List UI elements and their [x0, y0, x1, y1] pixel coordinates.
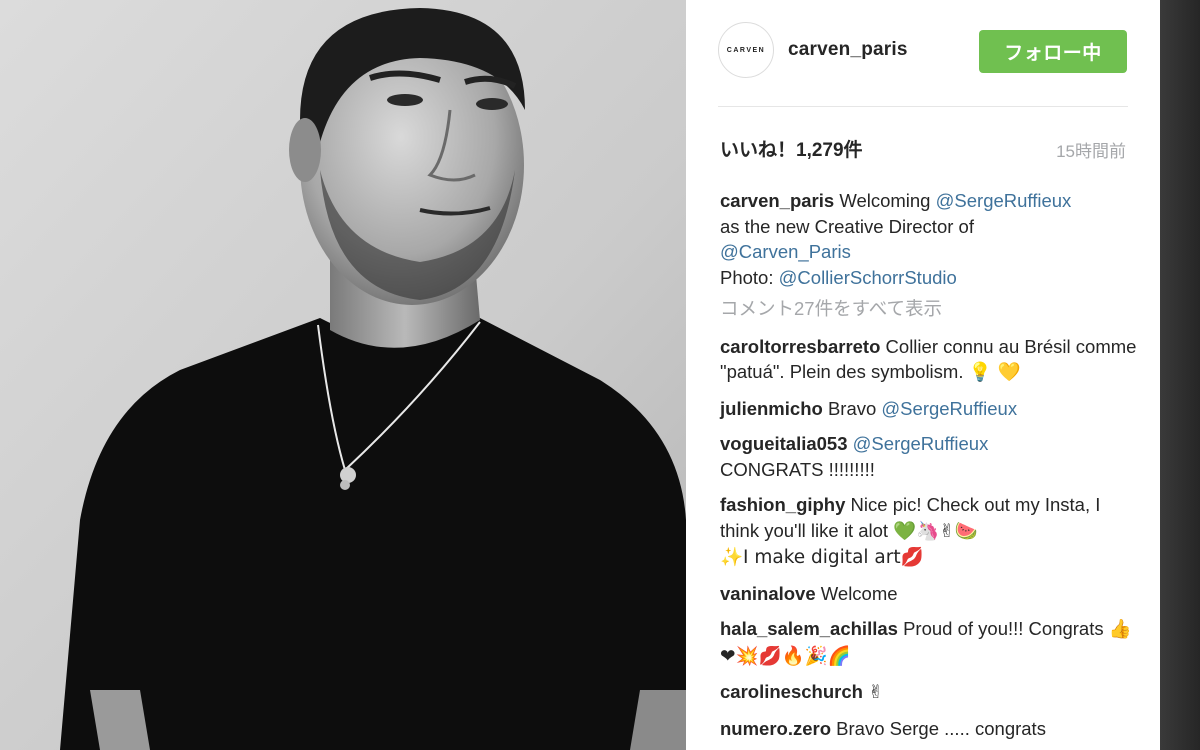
comment-text: Bravo	[827, 397, 877, 419]
post-header: CARVEN carven_paris フォロー中	[718, 22, 1128, 82]
comment-emoji: 💡 💛	[968, 362, 1021, 383]
caption-text: Photo:	[720, 266, 774, 288]
comment-text: Welcome	[820, 582, 898, 604]
comment-item: fashion_giphy Nice pic! Check out my Ins…	[720, 492, 1140, 571]
caption-username[interactable]: carven_paris	[720, 190, 834, 211]
comment-username[interactable]: carolineschurch	[720, 681, 863, 702]
portrait-image	[0, 0, 686, 750]
header-divider	[718, 106, 1128, 107]
comment-text: ✨I make digital art💋	[720, 547, 924, 568]
comment-item: julienmicho Bravo @SergeRuffieux	[720, 396, 1140, 422]
comment-item: caroltorresbarreto Collier connu au Brés…	[720, 334, 1140, 386]
following-button[interactable]: フォロー中	[979, 30, 1127, 73]
comment-item: numero.zero Bravo Serge ..... congrats	[720, 716, 1140, 742]
comment-text: CONGRATS !!!!!!!!!	[720, 458, 875, 480]
caption-mention[interactable]: @Carven_Paris	[720, 241, 851, 262]
comment-text: Bravo Serge ..... congrats	[836, 717, 1046, 739]
comment-item: vogueitalia053 @SergeRuffieux CONGRATS !…	[720, 431, 1140, 482]
caption-mention[interactable]: @SergeRuffieux	[936, 190, 1072, 211]
comment-item: carolineschurch ✌	[720, 679, 1140, 706]
comment-username[interactable]: vogueitalia053	[720, 433, 848, 454]
account-avatar[interactable]: CARVEN	[718, 22, 774, 78]
view-all-comments-link[interactable]: コメント27件をすべて表示	[720, 296, 1140, 322]
comment-mention[interactable]: @SergeRuffieux	[853, 433, 989, 454]
comment-username[interactable]: numero.zero	[720, 718, 831, 739]
comment-username[interactable]: vaninalove	[720, 583, 816, 604]
caption-text: Welcoming	[839, 190, 931, 211]
comment-username[interactable]: julienmicho	[720, 398, 823, 419]
comment-username[interactable]: fashion_giphy	[720, 494, 845, 515]
comment-username[interactable]: hala_salem_achillas	[720, 618, 898, 639]
account-username[interactable]: carven_paris	[788, 39, 908, 61]
comment-emoji: ✌	[868, 682, 884, 703]
comment-mention[interactable]: @SergeRuffieux	[881, 398, 1017, 419]
comment-item: vaninalove Welcome	[720, 581, 1140, 607]
post-details-panel: CARVEN carven_paris フォロー中 いいね！1,279件 15時…	[686, 0, 1160, 750]
comment-username[interactable]: caroltorresbarreto	[720, 336, 880, 357]
likes-count[interactable]: いいね！1,279件	[720, 135, 863, 162]
caption-mention[interactable]: @CollierSchorrStudio	[779, 267, 957, 288]
comment-list: carven_paris Welcoming @SergeRuffieux as…	[720, 188, 1140, 750]
backdrop-edge	[1160, 0, 1200, 750]
avatar-logo-text: CARVEN	[726, 46, 766, 54]
post-timestamp[interactable]: 15時間前	[1056, 137, 1126, 162]
instagram-post-view: CARVEN carven_paris フォロー中 いいね！1,279件 15時…	[0, 0, 1200, 750]
comment-text: Proud of you!!! Congrats	[903, 618, 1104, 639]
post-photo[interactable]	[0, 0, 686, 750]
caption-text: as the new Creative Director of	[720, 215, 974, 237]
comment-item: hala_salem_achillas Proud of you!!! Cong…	[720, 616, 1140, 669]
post-caption: carven_paris Welcoming @SergeRuffieux as…	[720, 188, 1140, 290]
comment-emoji: 💚🦄✌🍉	[893, 520, 978, 542]
